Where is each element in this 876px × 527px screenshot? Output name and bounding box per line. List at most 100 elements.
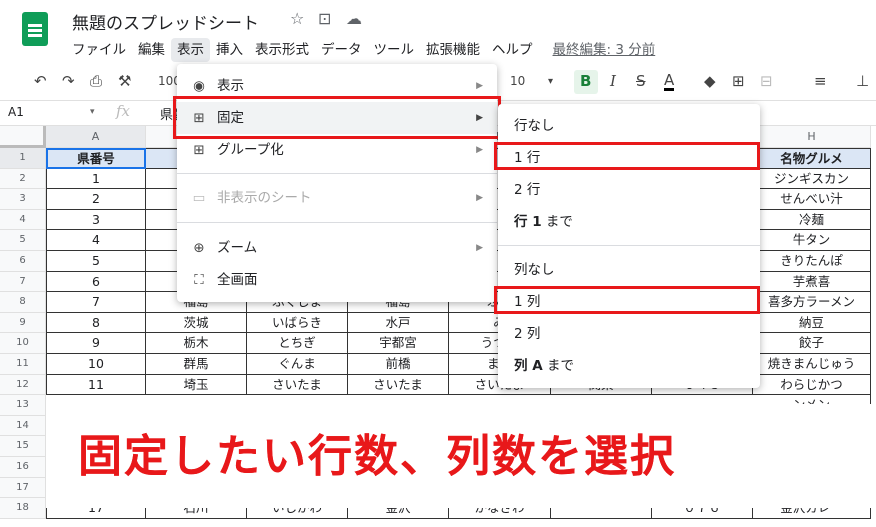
undo-icon[interactable]: ↶: [34, 72, 47, 90]
table-cell[interactable]: せんべい汁: [753, 189, 871, 210]
freeze-up-to-column-suffix: まで: [542, 358, 574, 374]
row-header[interactable]: 4: [0, 209, 46, 231]
last-edit-link[interactable]: 最終編集: 3 分前: [539, 38, 662, 62]
column-header-h[interactable]: H: [753, 126, 871, 148]
table-cell[interactable]: 2: [46, 189, 146, 210]
menu-tools[interactable]: ツール: [368, 38, 421, 62]
view-menu-hidden-sheets[interactable]: ▭ 非表示のシート ▶: [177, 182, 497, 214]
table-cell[interactable]: 水戸: [348, 312, 449, 334]
star-icon[interactable]: ☆: [290, 9, 304, 28]
table-cell[interactable]: 10: [46, 354, 146, 375]
menu-extensions[interactable]: 拡張機能: [420, 38, 486, 62]
table-cell[interactable]: 群馬: [146, 354, 247, 375]
table-cell[interactable]: 1: [46, 168, 146, 190]
row-header[interactable]: 3: [0, 189, 46, 210]
row-header[interactable]: 8: [0, 292, 46, 313]
table-cell[interactable]: 宇都宮: [348, 333, 449, 354]
table-cell[interactable]: 牛タン: [753, 230, 871, 251]
table-cell[interactable]: 11: [46, 374, 146, 396]
table-cell[interactable]: ぐんま: [247, 354, 348, 375]
document-title[interactable]: 無題のスプレッドシート: [72, 9, 259, 34]
table-cell[interactable]: 茨城: [146, 312, 247, 334]
bold-button[interactable]: B: [580, 72, 591, 90]
table-cell[interactable]: わらじかつ: [753, 374, 871, 396]
menu-file[interactable]: ファイル: [66, 38, 132, 62]
sheets-logo-icon[interactable]: [22, 12, 48, 46]
align-vertical-icon[interactable]: ⊥: [856, 72, 869, 90]
row-header[interactable]: 5: [0, 230, 46, 251]
table-cell[interactable]: さいたま: [348, 374, 449, 396]
print-icon[interactable]: ⎙: [90, 72, 102, 90]
table-cell[interactable]: 前橋: [348, 354, 449, 375]
row-header[interactable]: 6: [0, 251, 46, 272]
row-header[interactable]: 1: [0, 148, 46, 169]
row-header[interactable]: 11: [0, 354, 46, 375]
freeze-no-rows[interactable]: 行なし: [498, 110, 760, 142]
select-all-corner[interactable]: [0, 126, 46, 148]
table-cell[interactable]: 9: [46, 333, 146, 354]
table-cell[interactable]: 芋煮喜: [753, 271, 871, 293]
menu-edit[interactable]: 編集: [132, 38, 171, 62]
table-cell[interactable]: ジンギスカン: [753, 168, 871, 190]
fill-color-icon[interactable]: ◆: [704, 72, 716, 90]
table-cell[interactable]: いばらき: [247, 312, 348, 334]
row-header[interactable]: 17: [0, 477, 46, 499]
freeze-2-columns[interactable]: 2 列: [498, 318, 760, 350]
view-menu-fullscreen[interactable]: ⛶ 全画面: [177, 264, 497, 296]
cloud-status-icon: ☁: [346, 9, 362, 28]
table-cell[interactable]: 7: [46, 292, 146, 313]
table-cell[interactable]: 冷麺: [753, 209, 871, 231]
table-cell[interactable]: 埼玉: [146, 374, 247, 396]
font-size-select[interactable]: 10: [510, 74, 525, 88]
row-header[interactable]: 2: [0, 168, 46, 190]
view-menu-zoom[interactable]: ⊕ ズーム ▶: [177, 232, 497, 264]
menu-format[interactable]: 表示形式: [249, 38, 315, 62]
row-header[interactable]: 13: [0, 395, 46, 416]
table-cell[interactable]: きりたんぽ: [753, 251, 871, 272]
table-cell[interactable]: 8: [46, 312, 146, 334]
menu-help[interactable]: ヘルプ: [486, 38, 539, 62]
row-header[interactable]: 14: [0, 415, 46, 437]
row-header[interactable]: 12: [0, 374, 46, 396]
table-cell[interactable]: 5: [46, 251, 146, 272]
fx-icon: fx: [116, 102, 131, 120]
borders-icon[interactable]: ⊞: [732, 72, 745, 90]
menu-view[interactable]: 表示: [171, 38, 210, 62]
freeze-no-columns[interactable]: 列なし: [498, 254, 760, 286]
table-cell[interactable]: 6: [46, 271, 146, 293]
merge-cells-icon[interactable]: ⊟: [760, 72, 773, 90]
table-cell[interactable]: 納豆: [753, 312, 871, 334]
table-cell[interactable]: 餃子: [753, 333, 871, 354]
name-box[interactable]: A1: [8, 105, 24, 119]
row-header[interactable]: 16: [0, 457, 46, 478]
table-cell[interactable]: とちぎ: [247, 333, 348, 354]
align-horizontal-icon[interactable]: ≡: [814, 72, 827, 90]
move-folder-icon[interactable]: ⊡: [318, 9, 331, 28]
table-cell[interactable]: 喜多方ラーメン: [753, 292, 871, 313]
row-header[interactable]: 15: [0, 436, 46, 457]
row-header[interactable]: 7: [0, 271, 46, 293]
header-cell[interactable]: 名物グルメ: [753, 148, 871, 169]
menu-insert[interactable]: 挿入: [210, 38, 249, 62]
freeze-2-rows[interactable]: 2 行: [498, 174, 760, 206]
table-cell[interactable]: 栃木: [146, 333, 247, 354]
freeze-up-to-row[interactable]: 行 1 まで: [498, 206, 760, 238]
row-header[interactable]: 10: [0, 333, 46, 354]
table-cell[interactable]: 4: [46, 230, 146, 251]
freeze-up-to-column[interactable]: 列 A まで: [498, 350, 760, 382]
freeze-up-to-column-ref: 列 A: [514, 358, 543, 374]
table-cell[interactable]: 焼きまんじゅう: [753, 354, 871, 375]
strikethrough-button[interactable]: S: [636, 72, 646, 90]
table-cell[interactable]: さいたま: [247, 374, 348, 396]
paint-format-icon[interactable]: ⚒: [118, 72, 131, 90]
row-header[interactable]: 9: [0, 312, 46, 334]
row-header[interactable]: 18: [0, 498, 46, 519]
menu-data[interactable]: データ: [315, 38, 368, 62]
redo-icon[interactable]: ↷: [62, 72, 75, 90]
italic-button[interactable]: I: [610, 72, 616, 90]
font-size-dropdown-icon[interactable]: ▾: [548, 76, 553, 87]
table-cell[interactable]: 3: [46, 209, 146, 231]
text-color-button[interactable]: A: [664, 72, 675, 91]
name-box-dropdown-icon[interactable]: ▾: [90, 107, 95, 117]
column-header-a[interactable]: A: [46, 126, 146, 148]
